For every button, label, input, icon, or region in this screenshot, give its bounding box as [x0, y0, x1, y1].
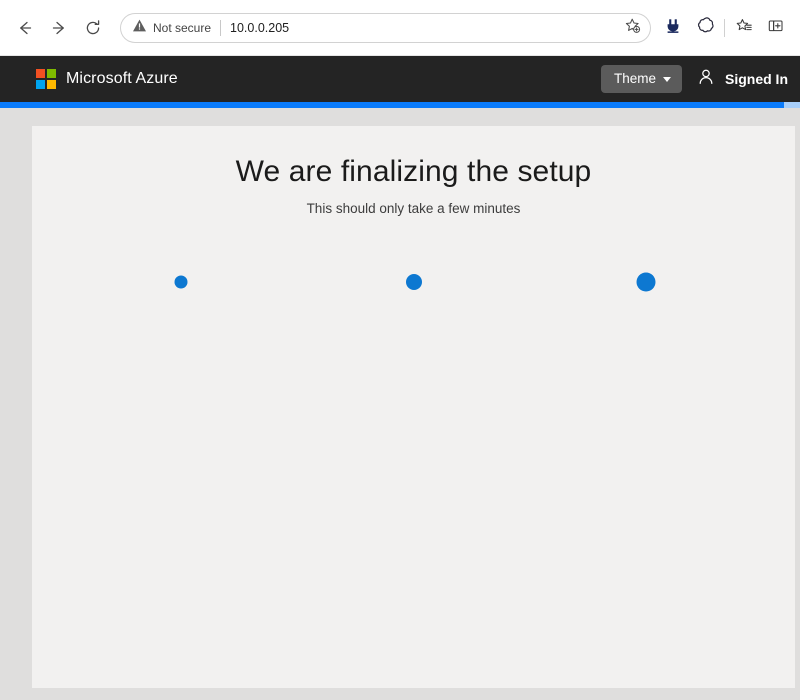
header-actions: Theme Signed In: [600, 65, 788, 93]
page-title: We are finalizing the setup: [235, 155, 592, 188]
add-favorite-star-icon: [624, 17, 641, 39]
theme-button-label: Theme: [613, 71, 656, 87]
forward-arrow-icon: [50, 19, 68, 37]
loading-dot-2: [406, 274, 422, 291]
page-loading-progress-bar: [0, 102, 800, 108]
favorites-list-icon: [735, 17, 753, 40]
favorites-button[interactable]: [728, 12, 760, 44]
setup-status-card: We are finalizing the setup This should …: [32, 126, 795, 688]
security-label: Not secure: [153, 21, 212, 35]
reload-icon: [84, 19, 102, 37]
toolbar-separator: [724, 19, 725, 37]
copilot-icon: [696, 16, 715, 40]
address-bar[interactable]: Not secure 10.0.0.205: [120, 13, 651, 43]
copilot-button[interactable]: [689, 12, 721, 44]
url-text[interactable]: 10.0.0.205: [230, 21, 619, 35]
address-bar-divider: [220, 20, 222, 36]
progress-bar-fill: [0, 102, 784, 108]
loading-dots: [32, 262, 795, 302]
person-icon: [696, 67, 716, 92]
browser-essentials-button[interactable]: [657, 12, 689, 44]
azure-brand[interactable]: Microsoft Azure: [36, 69, 178, 89]
account-status[interactable]: Signed In: [696, 67, 788, 92]
loading-dot-3: [636, 272, 656, 292]
azure-top-navbar: Microsoft Azure Theme Signed In: [0, 56, 800, 102]
forward-button[interactable]: [42, 11, 76, 45]
loading-dot-1: [174, 275, 188, 289]
theme-dropdown-button[interactable]: Theme: [600, 65, 682, 93]
page-background: We are finalizing the setup This should …: [0, 108, 800, 700]
browser-toolbar: Not secure 10.0.0.205: [0, 0, 800, 56]
back-button[interactable]: [8, 11, 42, 45]
brand-title: Microsoft Azure: [66, 70, 178, 87]
signed-in-label: Signed In: [725, 71, 788, 87]
reload-button[interactable]: [76, 11, 110, 45]
browser-essentials-icon: [664, 17, 682, 40]
add-favorite-button[interactable]: [619, 15, 645, 41]
page-subtitle: This should only take a few minutes: [306, 200, 521, 216]
chevron-down-icon: [663, 76, 671, 82]
back-arrow-icon: [16, 19, 34, 37]
collections-button[interactable]: [760, 12, 792, 44]
collections-icon: [767, 17, 785, 40]
site-security-indicator[interactable]: Not secure: [132, 18, 211, 38]
warning-triangle-icon: [132, 18, 147, 38]
browser-tool-icons: [657, 12, 792, 44]
microsoft-logo-icon: [36, 69, 56, 89]
